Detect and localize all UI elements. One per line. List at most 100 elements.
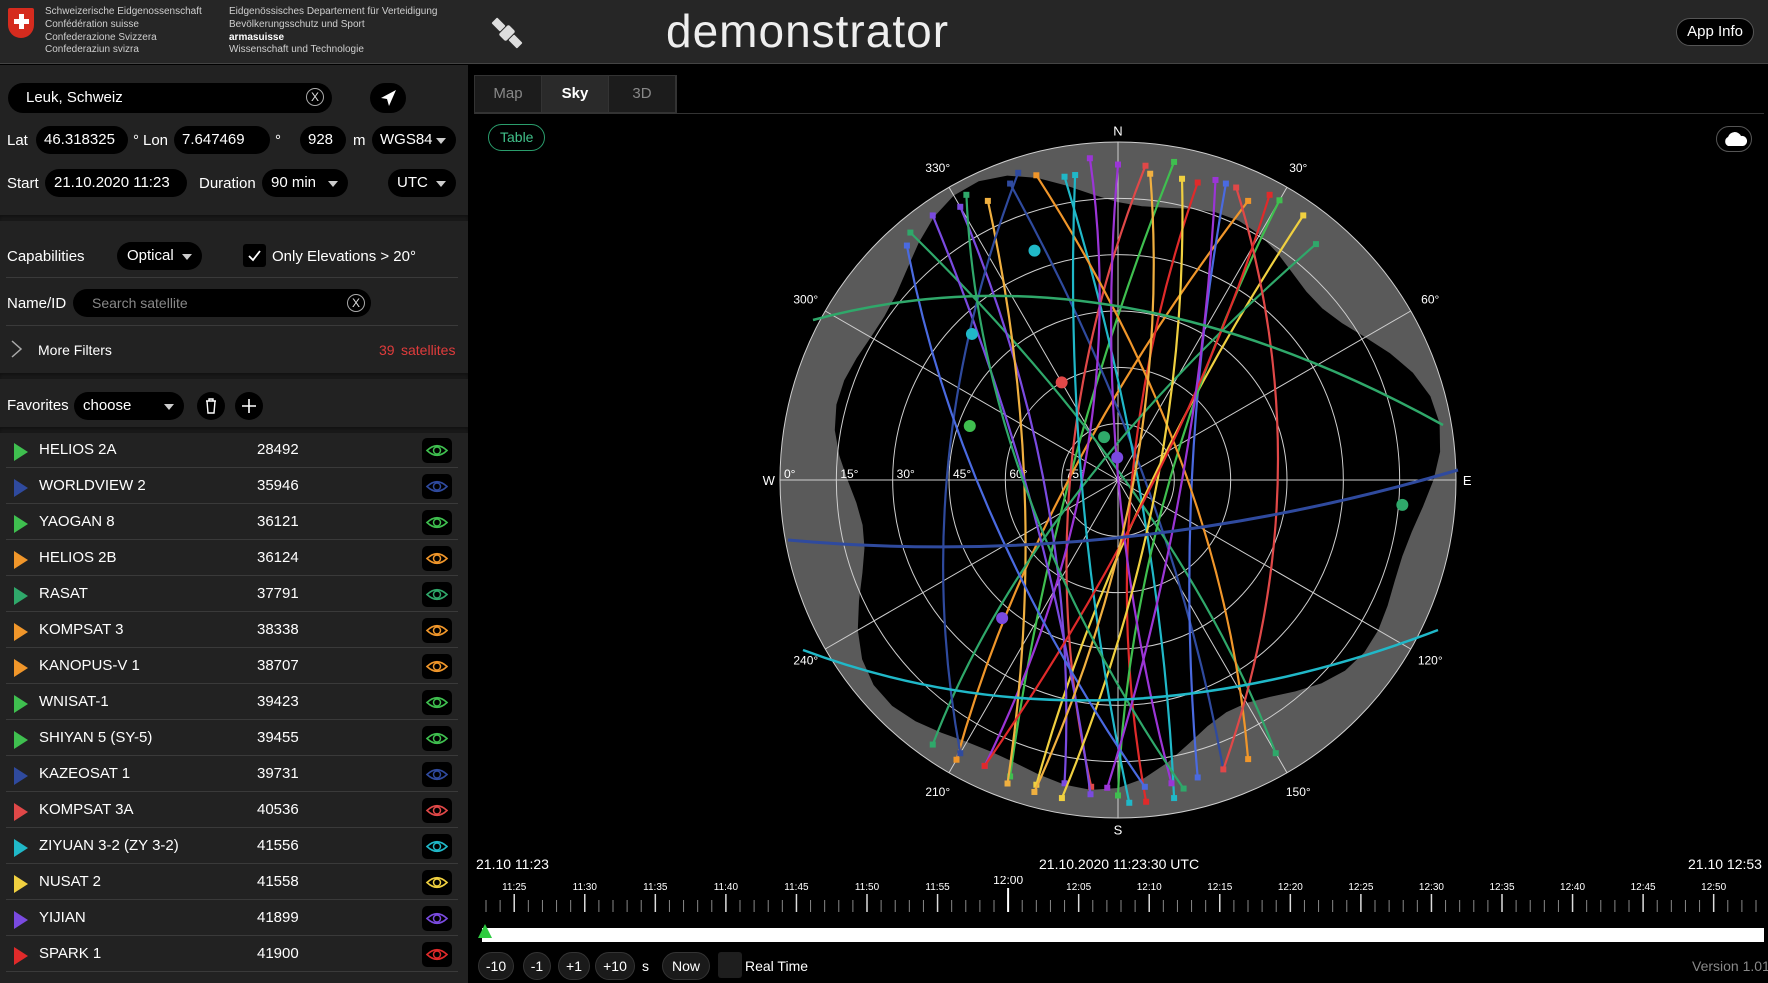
play-icon[interactable] <box>14 767 28 785</box>
play-icon[interactable] <box>14 479 28 497</box>
visibility-toggle[interactable] <box>422 546 452 571</box>
app-info-button[interactable]: App Info <box>1676 18 1754 46</box>
play-icon[interactable] <box>14 839 28 857</box>
visibility-toggle[interactable] <box>422 762 452 787</box>
track-endpoint <box>1033 172 1040 179</box>
play-icon[interactable] <box>14 551 28 569</box>
lon-input[interactable]: 7.647469 <box>174 126 270 154</box>
satellite-row[interactable]: WORLDVIEW 2 35946 <box>6 469 458 504</box>
visibility-toggle[interactable] <box>422 474 452 499</box>
step-back-1-button[interactable]: -1 <box>523 952 551 980</box>
filter-divider <box>6 325 458 326</box>
now-button[interactable]: Now <box>662 952 710 980</box>
cloud-toggle-button[interactable] <box>1716 126 1752 152</box>
satellite-marker[interactable] <box>1098 431 1111 444</box>
delete-favorite-button[interactable] <box>197 392 225 420</box>
satellite-name: YAOGAN 8 <box>39 513 115 530</box>
satellite-track <box>931 243 1317 745</box>
elevation-checkbox[interactable] <box>243 244 266 267</box>
play-icon[interactable] <box>14 803 28 821</box>
satellite-row[interactable]: YIJIAN 41899 <box>6 901 458 936</box>
location-input[interactable]: Leuk, Schweiz X <box>8 83 332 113</box>
start-datetime-input[interactable]: 21.10.2020 11:23 <box>45 169 187 197</box>
play-icon[interactable] <box>14 947 28 965</box>
capabilities-label: Capabilities <box>7 248 85 265</box>
timezone-select[interactable]: UTC <box>388 169 456 197</box>
satellite-marker[interactable] <box>965 327 978 340</box>
satellite-row[interactable]: HELIOS 2A 28492 <box>6 433 458 468</box>
search-clear-button[interactable]: X <box>347 294 365 312</box>
timeline-track[interactable] <box>482 928 1764 942</box>
visibility-toggle[interactable] <box>422 654 452 679</box>
visibility-toggle[interactable] <box>422 582 452 607</box>
tab-sky[interactable]: Sky <box>542 76 609 112</box>
tab-map[interactable]: Map <box>475 76 542 112</box>
play-icon[interactable] <box>14 443 28 461</box>
visibility-toggle[interactable] <box>422 942 452 967</box>
step-forward-10-button[interactable]: +10 <box>595 952 635 980</box>
visibility-toggle[interactable] <box>422 438 452 463</box>
altitude-input[interactable]: 928 <box>300 126 346 154</box>
play-icon[interactable] <box>14 875 28 893</box>
realtime-checkbox[interactable] <box>718 952 742 978</box>
timeline-scale[interactable]: 11:25 11:30 11:35 11:40 11:45 11:50 11:55 12:05… <box>474 876 1764 926</box>
visibility-toggle[interactable] <box>422 870 452 895</box>
satellite-row[interactable]: YAOGAN 8 36121 <box>6 505 458 540</box>
visibility-toggle[interactable] <box>422 690 452 715</box>
tab-3d[interactable]: 3D <box>609 76 676 112</box>
satellite-row[interactable]: NUSAT 2 41558 <box>6 865 458 900</box>
satellite-marker[interactable] <box>963 420 976 433</box>
track-endpoint <box>1142 162 1149 169</box>
locate-button[interactable] <box>370 83 406 113</box>
play-icon[interactable] <box>14 587 28 605</box>
play-icon[interactable] <box>14 659 28 677</box>
satellite-row[interactable]: SHIYAN 5 (SY-5) 39455 <box>6 721 458 756</box>
satellite-marker[interactable] <box>996 612 1009 625</box>
chevron-right-icon[interactable] <box>10 339 24 359</box>
satellite-row[interactable]: RASAT 37791 <box>6 577 458 612</box>
lat-input[interactable]: 46.318325 <box>36 126 128 154</box>
satellite-marker[interactable] <box>1111 451 1124 464</box>
sky-plot[interactable]: NESW30°60°120°150°210°240°300°330°0° 15° 3… <box>474 114 1764 844</box>
visibility-toggle[interactable] <box>422 618 452 643</box>
visibility-toggle[interactable] <box>422 726 452 751</box>
satellite-row[interactable]: KANOPUS-V 1 38707 <box>6 649 458 684</box>
timeline-playhead[interactable] <box>478 924 492 938</box>
play-icon[interactable] <box>14 911 28 929</box>
eye-icon <box>425 624 449 637</box>
visibility-toggle[interactable] <box>422 906 452 931</box>
eye-icon <box>425 480 449 493</box>
eye-icon <box>425 768 449 781</box>
step-forward-1-button[interactable]: +1 <box>558 952 590 980</box>
satellite-marker[interactable] <box>1055 376 1068 389</box>
table-button[interactable]: Table <box>488 124 546 151</box>
satellite-row[interactable]: SPARK 1 41900 <box>6 937 458 972</box>
step-back-10-button[interactable]: -10 <box>478 952 514 980</box>
satellite-row[interactable]: HELIOS 2B 36124 <box>6 541 458 576</box>
satellite-marker[interactable] <box>1028 244 1041 257</box>
duration-select[interactable]: 90 min <box>262 169 348 197</box>
more-filters-button[interactable]: More Filters <box>38 342 112 358</box>
satellite-row[interactable]: ZIYUAN 3-2 (ZY 3-2) 41556 <box>6 829 458 864</box>
satellite-id: 40536 <box>257 801 299 818</box>
datum-select[interactable]: WGS84 <box>372 126 456 154</box>
location-clear-button[interactable]: X <box>306 88 324 106</box>
satellite-name: SPARK 1 <box>39 945 102 962</box>
satellite-search-input[interactable]: Search satellite X <box>73 289 371 317</box>
favorites-select[interactable]: choose <box>74 392 184 420</box>
visibility-toggle[interactable] <box>422 510 452 535</box>
satellite-row[interactable]: KAZEOSAT 1 39731 <box>6 757 458 792</box>
play-icon[interactable] <box>14 695 28 713</box>
play-icon[interactable] <box>14 731 28 749</box>
satellite-row[interactable]: KOMPSAT 3 38338 <box>6 613 458 648</box>
satellite-marker[interactable] <box>1396 498 1409 511</box>
play-icon[interactable] <box>14 623 28 641</box>
satellite-row[interactable]: KOMPSAT 3A 40536 <box>6 793 458 828</box>
capabilities-select[interactable]: Optical <box>117 242 202 270</box>
add-favorite-button[interactable] <box>235 392 263 420</box>
satellite-row[interactable]: WNISAT-1 39423 <box>6 685 458 720</box>
visibility-toggle[interactable] <box>422 834 452 859</box>
track-endpoint <box>1194 179 1201 186</box>
play-icon[interactable] <box>14 515 28 533</box>
visibility-toggle[interactable] <box>422 798 452 823</box>
